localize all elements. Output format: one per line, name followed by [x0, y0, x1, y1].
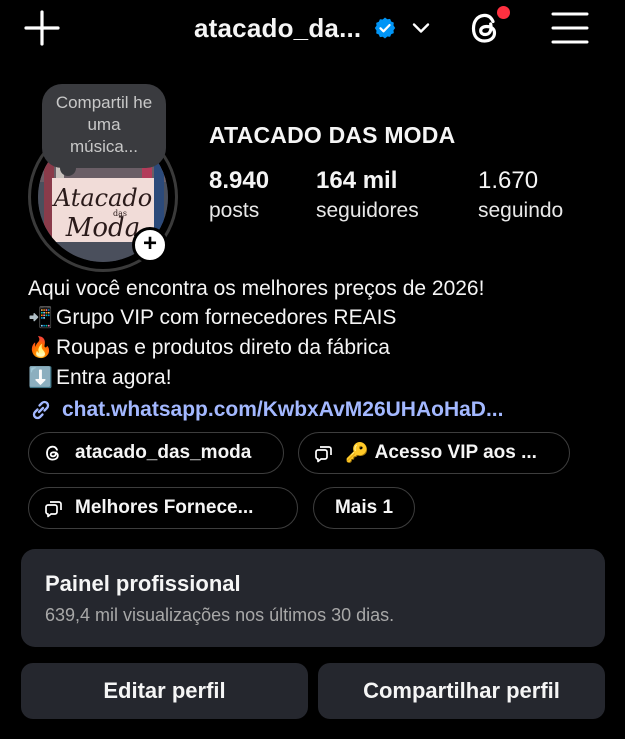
plus-icon [24, 10, 60, 46]
create-button[interactable] [22, 8, 62, 48]
verified-badge-icon [375, 17, 396, 39]
more-chip-label: Mais 1 [334, 497, 394, 518]
note-bubble[interactable]: Compartil he uma música... [42, 84, 166, 168]
menu-button[interactable] [550, 8, 590, 48]
add-story-button[interactable]: + [132, 227, 168, 263]
key-icon: 🔑 [345, 443, 369, 464]
bio-line-4: ⬇️ Entra agora! [28, 363, 618, 393]
down-arrow-icon: ⬇️ [28, 367, 53, 389]
chat-bubble-icon [315, 446, 332, 463]
more-chips-button[interactable]: Mais 1 [313, 487, 415, 529]
threads-button[interactable] [466, 6, 510, 48]
following-label: seguindo [478, 199, 564, 222]
edit-profile-button[interactable]: Editar perfil [21, 663, 308, 719]
fornece-chip-label: Melhores Fornece... [75, 497, 254, 518]
fornecedores-chat-chip[interactable]: Melhores Fornece... [28, 487, 298, 529]
share-profile-button[interactable]: Compartilhar perfil [318, 663, 605, 719]
followers-value: 164 mil [316, 167, 398, 194]
following-value: 1.670 [478, 167, 539, 194]
dashboard-title: Painel profissional [45, 571, 241, 596]
chat-bubble-icon [45, 501, 62, 518]
bio-line-1: Aqui você encontra os melhores preços de… [28, 277, 485, 300]
professional-dashboard[interactable]: Painel profissional 639,4 mil visualizaç… [21, 549, 605, 647]
bio-line-3: 🔥 Roupas e produtos direto da fábrica [28, 333, 618, 363]
chevron-down-icon [413, 23, 430, 33]
avatar-text-moda: Moda [65, 213, 140, 243]
hamburger-menu-icon [551, 12, 589, 44]
bio-link-text: chat.whatsapp.com/KwbxAvM26UHAoHaD... [62, 398, 504, 421]
followers-count[interactable]: 164 mil seguidores [316, 166, 419, 226]
posts-count[interactable]: 8.940 posts [209, 166, 269, 226]
account-switcher[interactable]: atacado_da... [194, 10, 431, 46]
bio-line-4-text: Entra agora! [56, 366, 172, 389]
dashboard-subtitle: 639,4 mil visualizações nos últimos 30 d… [45, 605, 395, 625]
vip-chat-chip[interactable]: 🔑 Acesso VIP aos ... [298, 432, 570, 474]
vip-chip-label: Acesso VIP aos ... [374, 442, 537, 463]
bio-line-2-text: Grupo VIP com fornecedores REAIS [56, 306, 397, 329]
threads-small-icon [46, 445, 59, 461]
share-profile-label: Compartilhar perfil [363, 678, 560, 703]
header-username: atacado_da... [194, 12, 362, 43]
notification-dot [497, 6, 510, 19]
bio-line-2: 📲 Grupo VIP com fornecedores REAIS [28, 303, 618, 333]
link-icon [32, 400, 50, 419]
bio-line-3-text: Roupas e produtos direto da fábrica [56, 336, 390, 359]
display-name: ATACADO DAS MODA [209, 122, 456, 148]
add-story-plus-icon: + [142, 230, 157, 257]
fire-icon: 🔥 [28, 337, 53, 359]
note-text: Compartil he uma música... [55, 93, 153, 156]
avatar-text-atacado: Atacado [52, 184, 152, 212]
posts-value: 8.940 [209, 167, 270, 194]
bio: Aqui você encontra os melhores preços de… [28, 274, 618, 424]
following-count[interactable]: 1.670 seguindo [478, 166, 563, 226]
phone-arrow-icon: 📲 [28, 307, 53, 329]
threads-profile-chip[interactable]: atacado_das_moda [28, 432, 284, 474]
edit-profile-label: Editar perfil [103, 678, 226, 703]
threads-chip-label: atacado_das_moda [75, 442, 252, 463]
bio-link[interactable]: chat.whatsapp.com/KwbxAvM26UHAoHaD... [28, 395, 618, 424]
top-bar: atacado_da... [0, 0, 625, 56]
followers-label: seguidores [316, 199, 419, 222]
posts-label: posts [209, 199, 260, 222]
